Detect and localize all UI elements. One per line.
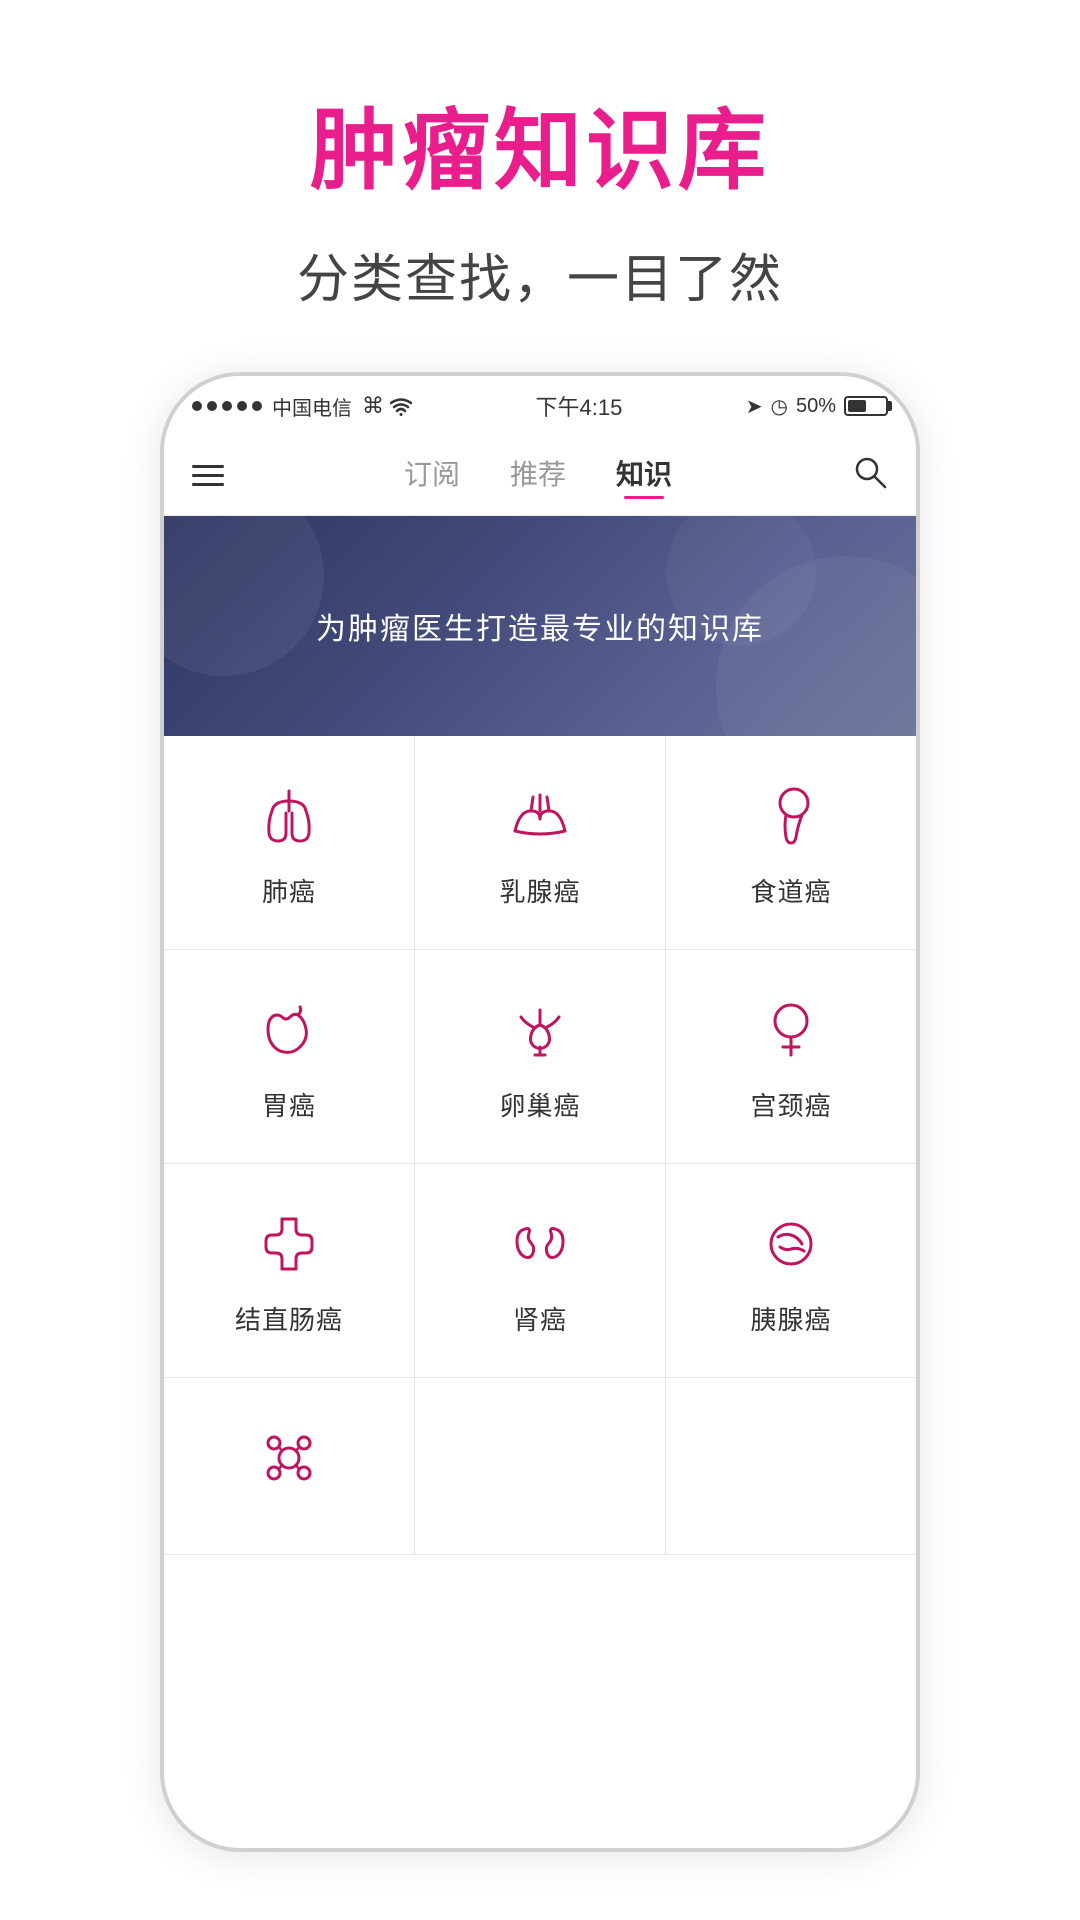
signal-dots	[192, 401, 262, 411]
category-empty-1	[415, 1378, 666, 1554]
status-bar: 中国电信 ⌘ 下午4:15 ➤ ◷ 50%	[164, 376, 916, 436]
colon-label: 结直肠癌	[235, 1300, 343, 1337]
stomach-label: 胃癌	[262, 1086, 316, 1123]
nav-tabs: 订阅 推荐 知识	[404, 453, 672, 499]
category-lung[interactable]: 肺癌	[164, 736, 415, 949]
category-esophagus[interactable]: 食道癌	[666, 736, 916, 949]
colon-icon	[249, 1204, 329, 1284]
menu-button[interactable]	[192, 465, 224, 486]
battery-icon	[844, 396, 888, 416]
time-label: 下午4:15	[536, 390, 623, 422]
stomach-icon	[249, 990, 329, 1070]
page-header: 肿瘤知识库 分类查找，一目了然	[0, 0, 1080, 372]
tab-subscribe[interactable]: 订阅	[404, 453, 460, 499]
banner: 为肿瘤医生打造最专业的知识库	[164, 516, 916, 736]
carrier-label: 中国电信	[272, 392, 352, 421]
pancreas-label: 胰腺癌	[750, 1300, 831, 1337]
category-lymph[interactable]	[164, 1378, 415, 1554]
lung-icon	[249, 776, 329, 856]
category-grid: 肺癌 乳腺癌	[164, 736, 916, 1555]
grid-row-4	[164, 1378, 916, 1555]
category-kidney[interactable]: 肾癌	[415, 1164, 666, 1377]
lymph-icon	[249, 1418, 329, 1498]
category-ovary[interactable]: 卵巢癌	[415, 950, 666, 1163]
ovary-icon	[500, 990, 580, 1070]
tab-knowledge[interactable]: 知识	[616, 453, 672, 499]
breast-label: 乳腺癌	[499, 872, 580, 909]
lung-label: 肺癌	[262, 872, 316, 909]
nav-bar: 订阅 推荐 知识	[164, 436, 916, 516]
category-empty-2	[666, 1378, 916, 1554]
tab-recommend[interactable]: 推荐	[510, 453, 566, 499]
kidney-label: 肾癌	[513, 1300, 567, 1337]
battery-percent: 50%	[796, 395, 836, 418]
grid-row-3: 结直肠癌 肾癌	[164, 1164, 916, 1378]
status-left: 中国电信 ⌘	[192, 392, 412, 421]
category-pancreas[interactable]: 胰腺癌	[666, 1164, 916, 1377]
category-colon[interactable]: 结直肠癌	[164, 1164, 415, 1377]
phone-mockup: 中国电信 ⌘ 下午4:15 ➤ ◷ 50%	[160, 372, 920, 1852]
esophagus-icon	[751, 776, 831, 856]
page-title: 肿瘤知识库	[310, 80, 770, 207]
ovary-label: 卵巢癌	[499, 1086, 580, 1123]
location-icon: ➤	[746, 394, 763, 419]
cervix-icon	[751, 990, 831, 1070]
breast-icon	[500, 776, 580, 856]
page-subtitle: 分类查找，一目了然	[297, 237, 783, 312]
kidney-icon	[500, 1204, 580, 1284]
category-stomach[interactable]: 胃癌	[164, 950, 415, 1163]
wifi-icon: ⌘	[362, 393, 412, 419]
alarm-icon: ◷	[771, 394, 788, 419]
banner-text: 为肿瘤医生打造最专业的知识库	[316, 604, 764, 648]
status-right: ➤ ◷ 50%	[746, 394, 888, 419]
esophagus-label: 食道癌	[750, 872, 831, 909]
cervix-label: 宫颈癌	[750, 1086, 831, 1123]
category-breast[interactable]: 乳腺癌	[415, 736, 666, 949]
search-button[interactable]	[852, 454, 888, 498]
grid-row-2: 胃癌 卵巢癌	[164, 950, 916, 1164]
grid-row-1: 肺癌 乳腺癌	[164, 736, 916, 950]
pancreas-icon	[751, 1204, 831, 1284]
category-cervix[interactable]: 宫颈癌	[666, 950, 916, 1163]
